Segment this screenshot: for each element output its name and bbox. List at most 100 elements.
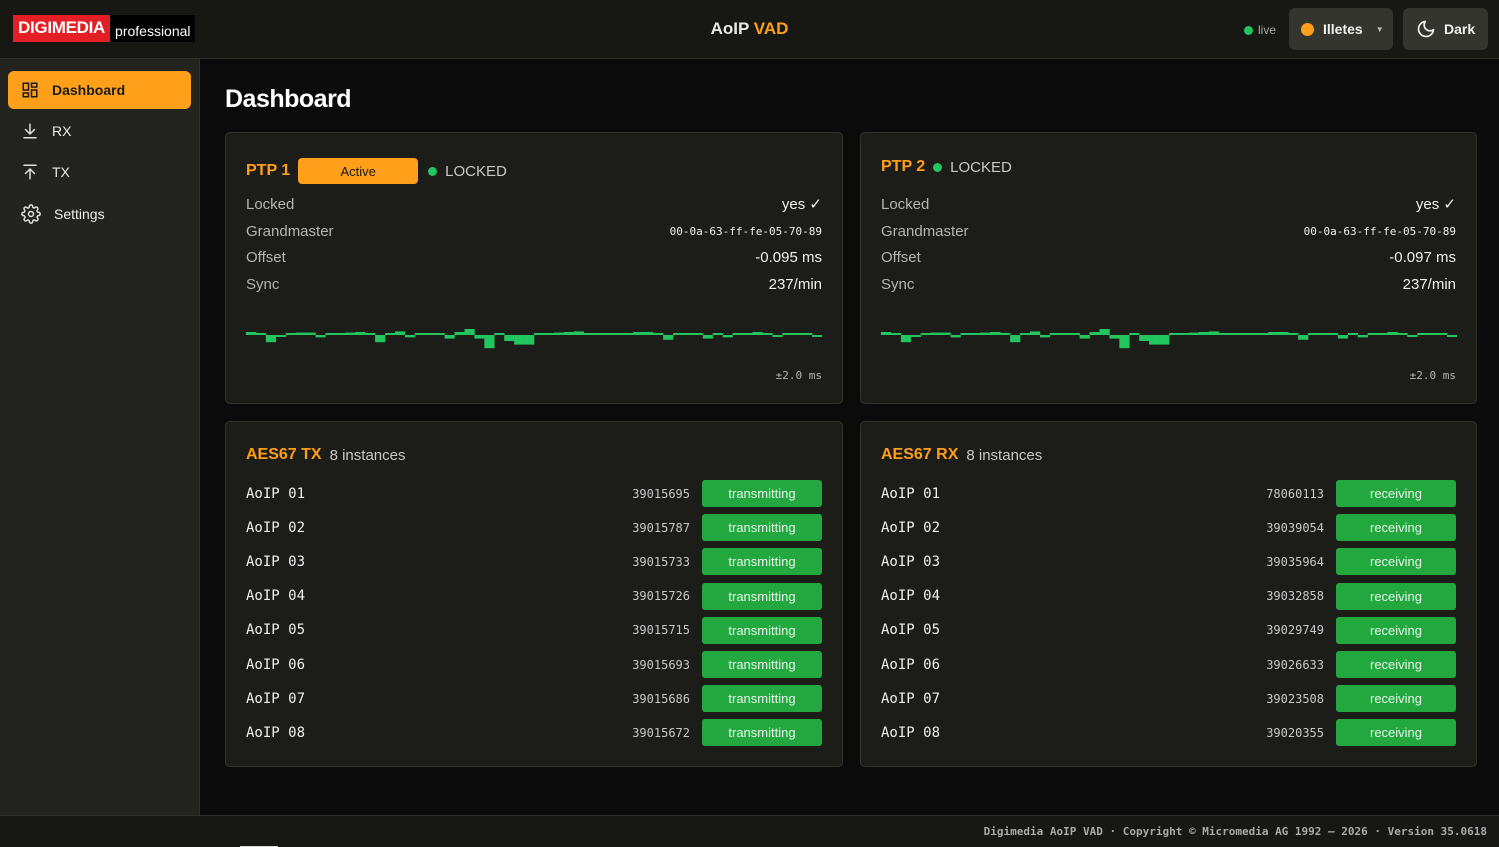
instance-row[interactable]: AoIP 02 39039054 receiving [881, 514, 1456, 542]
instance-id: 39015715 [632, 623, 690, 638]
offset-bar [464, 329, 475, 335]
top-bar: DIGIMEDIA professional AoIP VAD live Ill… [0, 0, 1499, 59]
offset-bar [1059, 333, 1070, 335]
offset-bar [910, 335, 922, 337]
offset-bar [920, 333, 931, 335]
live-dot-icon [1244, 25, 1253, 35]
instance-name: AoIP 01 [881, 485, 941, 502]
offset-bar [1397, 333, 1408, 335]
offset-bar [1387, 332, 1398, 335]
logo-main-text: DIGIMEDIA [13, 15, 111, 42]
offset-bar [1268, 332, 1279, 335]
instance-row[interactable]: AoIP 06 39026633 receiving [881, 651, 1456, 678]
offset-bar [275, 335, 287, 337]
ptp2-row-locked: Locked yes ✓ [881, 194, 1456, 214]
theme-toggle-button[interactable]: Dark [1403, 8, 1488, 50]
sidebar-item-settings[interactable]: Settings [8, 195, 191, 233]
offset-bar [1099, 329, 1110, 335]
dashboard-grid-icon [22, 82, 38, 98]
footer: Digimedia AoIP VAD · Copyright © Microme… [0, 815, 1499, 847]
instance-row[interactable]: AoIP 03 39015733 transmitting [246, 548, 822, 576]
instance-name: AoIP 02 [246, 519, 306, 536]
row-key: Offset [881, 248, 921, 266]
rx-header: AES67 RX 8 instances [881, 446, 1042, 464]
offset-bar [1079, 335, 1090, 339]
instance-row[interactable]: AoIP 01 78060113 receiving [881, 480, 1456, 507]
offset-bar [663, 335, 674, 340]
app-title-main: AoIP [710, 19, 750, 38]
sidebar-item-tx[interactable]: TX [8, 153, 191, 191]
offset-bar [365, 333, 376, 335]
offset-bar [1010, 335, 1021, 343]
tx-status-badge: transmitting [702, 685, 822, 713]
instance-row[interactable]: AoIP 01 39015695 transmitting [246, 480, 822, 507]
offset-bar [1308, 333, 1319, 335]
sidebar-item-dashboard[interactable]: Dashboard [8, 71, 191, 109]
instance-row[interactable]: AoIP 04 39032858 receiving [881, 582, 1456, 610]
offset-bar [246, 332, 257, 335]
instance-row[interactable]: AoIP 06 39015693 transmitting [246, 651, 822, 678]
instance-row[interactable]: AoIP 03 39035964 receiving [881, 548, 1456, 576]
offset-bar [1278, 332, 1289, 335]
tx-status-badge: transmitting [702, 480, 822, 507]
live-label: live [1258, 23, 1277, 37]
tx-status-badge: transmitting [702, 548, 822, 576]
tx-status-badge: transmitting [702, 719, 822, 747]
ptp1-title: PTP 1 [246, 162, 291, 179]
row-key: Sync [881, 275, 915, 293]
offset-bar [732, 333, 743, 335]
instance-id: 39015695 [632, 486, 690, 501]
ptp2-header: PTP 2 LOCKED [881, 158, 1012, 176]
instance-name: AoIP 05 [881, 622, 941, 639]
instance-row[interactable]: AoIP 07 39015686 transmitting [246, 685, 822, 713]
instance-row[interactable]: AoIP 07 39023508 receiving [881, 685, 1456, 713]
offset-bar [1208, 331, 1219, 335]
offset-bar [265, 335, 277, 343]
instance-row[interactable]: AoIP 08 39020355 receiving [881, 719, 1456, 747]
instance-row[interactable]: AoIP 02 39015787 transmitting [246, 514, 822, 542]
instance-id: 39032858 [1266, 589, 1324, 604]
offset-bar [355, 332, 366, 335]
offset-bar [434, 333, 445, 335]
instance-name: AoIP 08 [881, 724, 941, 741]
offset-bar [315, 335, 326, 338]
sidebar: Dashboard RX TX Settings [0, 59, 200, 815]
offset-bar [543, 333, 555, 335]
instance-row[interactable]: AoIP 08 39015672 transmitting [246, 719, 822, 747]
offset-bar [742, 333, 753, 335]
ptp2-row-sync: Sync 237/min [881, 274, 1456, 294]
instance-row[interactable]: AoIP 05 39015715 transmitting [246, 616, 822, 644]
rx-count: 8 instances [966, 446, 1043, 464]
offset-bar [1427, 333, 1438, 335]
offset-bar [1228, 333, 1239, 335]
upload-icon [23, 164, 37, 180]
ptp1-range-label: ±2.0 ms [775, 369, 822, 382]
row-key: Locked [246, 195, 295, 213]
offset-bar [414, 333, 426, 335]
offset-bar [444, 335, 455, 339]
tx-header: AES67 TX 8 instances [246, 446, 405, 464]
offset-bar [762, 333, 773, 335]
brand-logo[interactable]: DIGIMEDIA professional [13, 15, 195, 42]
offset-bar [673, 333, 684, 335]
rx-status-badge: receiving [1336, 651, 1456, 678]
locked-dot-icon [933, 162, 943, 172]
device-name: Illetes [1323, 21, 1363, 37]
instance-id: 39035964 [1266, 554, 1324, 569]
offset-bar [1119, 335, 1130, 349]
instance-row[interactable]: AoIP 04 39015726 transmitting [246, 582, 822, 610]
instance-name: AoIP 02 [881, 519, 941, 536]
device-selector-button[interactable]: Illetes ▼ [1289, 8, 1393, 50]
instance-id: 39020355 [1266, 725, 1324, 740]
sidebar-item-label: Dashboard [52, 82, 126, 98]
sidebar-item-rx[interactable]: RX [8, 112, 191, 150]
ptp2-range-label: ±2.0 ms [1409, 369, 1456, 382]
offset-bar [1149, 335, 1160, 345]
offset-bar [563, 332, 575, 335]
download-icon [23, 123, 37, 139]
instance-row[interactable]: AoIP 05 39029749 receiving [881, 616, 1456, 644]
offset-bar [930, 332, 941, 335]
logo-sub-text: professional [110, 15, 195, 42]
offset-bar [812, 335, 822, 337]
offset-bar [940, 332, 951, 335]
